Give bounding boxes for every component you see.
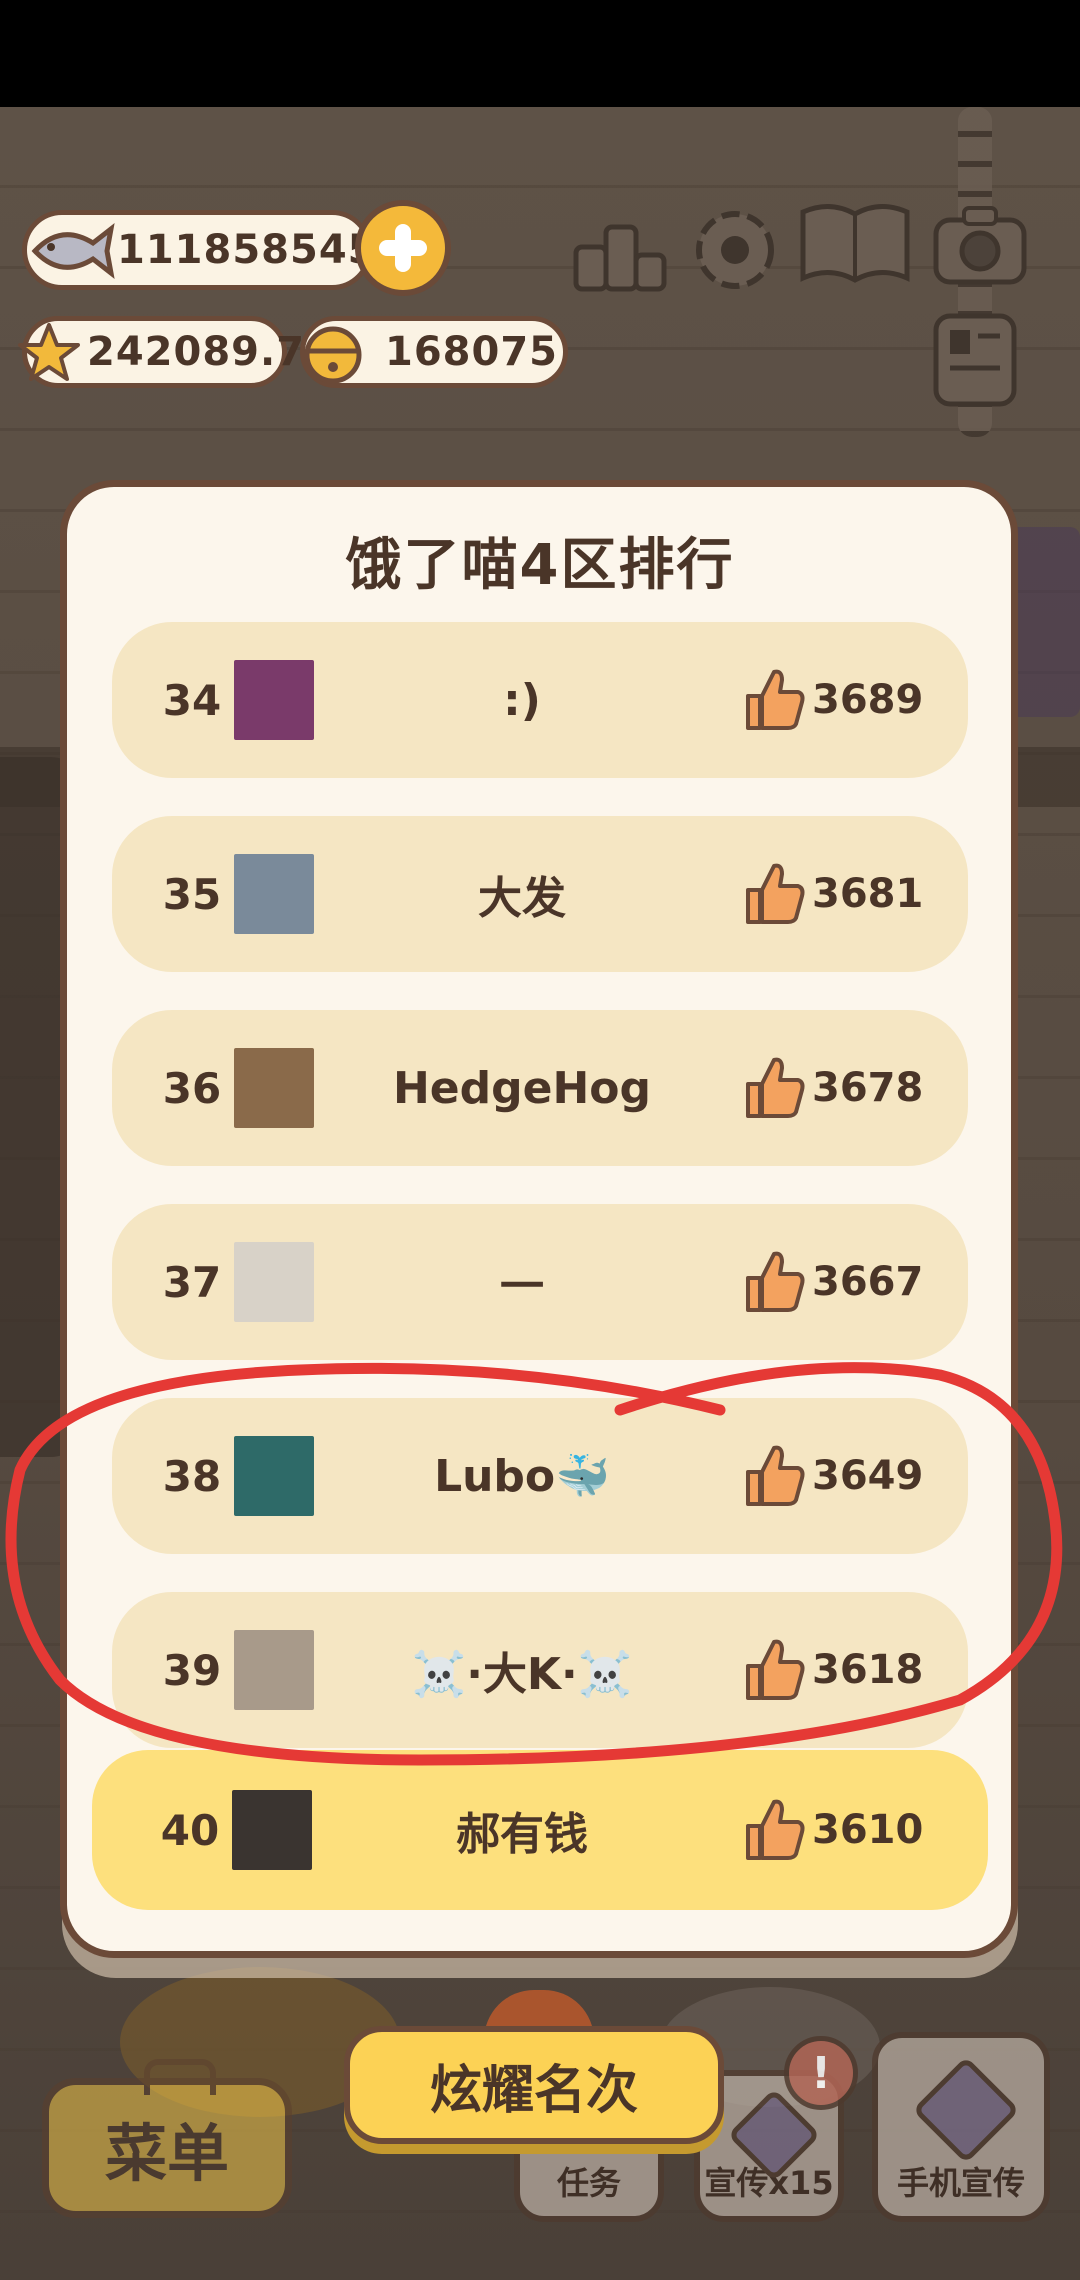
- rank-number: 35: [162, 869, 222, 919]
- star-icon: [18, 323, 80, 381]
- show-off-rank-label: 炫耀名次: [429, 2060, 638, 2121]
- settings-gear-icon[interactable]: [685, 205, 785, 295]
- menu-button[interactable]: 菜单: [42, 2059, 292, 2218]
- rank-number: 37: [162, 1257, 222, 1307]
- status-bar: [0, 0, 1080, 107]
- add-currency-button[interactable]: [355, 200, 451, 296]
- phone-promote-button[interactable]: 手机宣传: [872, 2032, 1050, 2222]
- like-count: 3678: [812, 1065, 924, 1111]
- like-count: 3649: [812, 1453, 924, 1499]
- ranking-row[interactable]: 36 HedgeHog 3678: [112, 1010, 968, 1166]
- player-name: 一: [500, 1261, 544, 1312]
- catalog-book-icon[interactable]: [795, 200, 915, 290]
- clipboard-clip-icon: [144, 2059, 216, 2095]
- thumbs-up-icon[interactable]: [744, 860, 806, 926]
- player-avatar[interactable]: [234, 1436, 314, 1516]
- thumbs-up-icon[interactable]: [744, 1442, 806, 1508]
- like-count: 3681: [812, 871, 924, 917]
- player-name: Lubo🐳: [434, 1451, 610, 1502]
- fish-currency-bar: 1118585456: [22, 210, 404, 290]
- star-currency-bar: 242089.7: [18, 316, 304, 388]
- player-avatar[interactable]: [234, 1630, 314, 1710]
- bell-icon: [304, 326, 362, 384]
- rank-number: 36: [162, 1063, 222, 1113]
- player-avatar[interactable]: [234, 660, 314, 740]
- show-off-rank-button[interactable]: 炫耀名次: [344, 2026, 724, 2144]
- player-avatar[interactable]: [234, 854, 314, 934]
- my-ranking-row[interactable]: 40 郝有钱 3610: [92, 1750, 988, 1910]
- bell-count: 168075: [385, 329, 558, 375]
- phone-promo-icon: [912, 2056, 1020, 2164]
- player-name: 郝有钱: [456, 1809, 588, 1860]
- thumbs-up-icon[interactable]: [744, 1248, 806, 1314]
- player-name: ☠️·大K·☠️: [411, 1649, 633, 1700]
- thumbs-up-icon[interactable]: [744, 1636, 806, 1702]
- bell-currency-bar: 168075: [300, 316, 568, 388]
- ranking-row[interactable]: 39 ☠️·大K·☠️ 3618: [112, 1592, 968, 1748]
- phone-promote-label: 手机宣传: [896, 2164, 1025, 2202]
- player-avatar[interactable]: [234, 1048, 314, 1128]
- camera-icon[interactable]: [930, 200, 1030, 290]
- ranking-title: 饿了喵4区排行: [345, 533, 735, 598]
- rank-number: 40: [160, 1805, 220, 1855]
- ranking-row[interactable]: 35 大发 3681: [112, 816, 968, 972]
- rank-number: 38: [162, 1451, 222, 1501]
- like-count: 3618: [812, 1647, 924, 1693]
- ranking-row[interactable]: 37 一 3667: [112, 1204, 968, 1360]
- leaderboard-icon[interactable]: [570, 205, 670, 295]
- rank-number: 39: [162, 1645, 222, 1695]
- star-count: 242089.7: [87, 329, 306, 375]
- player-name: HedgeHog: [392, 1062, 652, 1114]
- like-count: 3610: [812, 1807, 924, 1853]
- thumbs-up-icon[interactable]: [744, 666, 806, 732]
- menu-button-label: 菜单: [104, 2117, 229, 2190]
- rank-number: 34: [162, 675, 222, 725]
- like-count: 3689: [812, 677, 924, 723]
- player-name: :): [503, 674, 541, 726]
- player-avatar[interactable]: [234, 1242, 314, 1322]
- player-avatar[interactable]: [232, 1790, 312, 1870]
- notice-board-icon[interactable]: [930, 310, 1020, 410]
- thumbs-up-icon[interactable]: [744, 1796, 806, 1862]
- task-button-label: 任务: [556, 2164, 621, 2202]
- like-count: 3667: [812, 1259, 924, 1305]
- thumbs-up-icon[interactable]: [744, 1054, 806, 1120]
- ranking-row[interactable]: 38 Lubo🐳 3649: [112, 1398, 968, 1554]
- player-name: 大发: [478, 873, 566, 924]
- fish-icon: [31, 223, 115, 279]
- alert-badge: !: [784, 2036, 858, 2110]
- ranking-row[interactable]: 34 :) 3689: [112, 622, 968, 778]
